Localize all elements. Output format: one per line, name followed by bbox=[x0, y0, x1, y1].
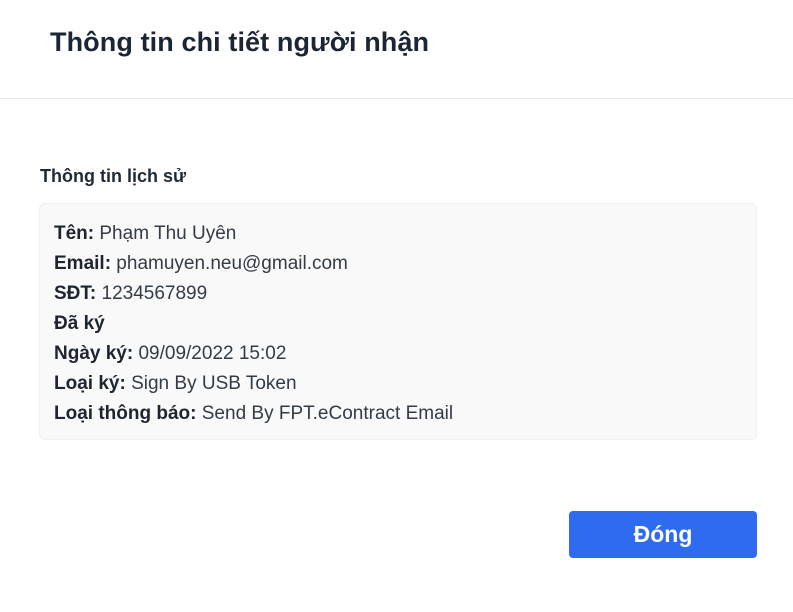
status-label: Đã ký bbox=[54, 313, 105, 334]
status-row: Đã ký bbox=[54, 309, 756, 339]
notify-type-label: Loại thông báo: bbox=[54, 403, 197, 424]
notify-type-row: Loại thông báo: Send By FPT.eContract Em… bbox=[54, 399, 756, 429]
name-label: Tên: bbox=[54, 223, 95, 244]
email-value: phamuyen.neu@gmail.com bbox=[111, 253, 348, 274]
modal-title: Thông tin chi tiết người nhận bbox=[50, 27, 430, 57]
phone-label: SĐT: bbox=[54, 283, 97, 304]
modal-header: Thông tin chi tiết người nhận bbox=[0, 0, 793, 99]
history-info-box: Tên: Phạm Thu Uyên Email: phamuyen.neu@g… bbox=[39, 203, 757, 440]
name-row: Tên: Phạm Thu Uyên bbox=[54, 219, 756, 249]
sign-type-value: Sign By USB Token bbox=[125, 373, 297, 394]
notify-type-value: Send By FPT.eContract Email bbox=[196, 403, 454, 424]
recipient-detail-modal: Thông tin chi tiết người nhận Thông tin … bbox=[0, 0, 793, 612]
sign-date-value: 09/09/2022 15:02 bbox=[133, 343, 287, 364]
sign-type-label: Loại ký: bbox=[54, 373, 126, 394]
email-label: Email: bbox=[54, 253, 112, 274]
history-section-title: Thông tin lịch sử bbox=[40, 166, 187, 186]
phone-row: SĐT: 1234567899 bbox=[54, 279, 756, 309]
name-value: Phạm Thu Uyên bbox=[94, 223, 237, 244]
phone-value: 1234567899 bbox=[96, 283, 208, 304]
sign-type-row: Loại ký: Sign By USB Token bbox=[54, 369, 756, 399]
sign-date-row: Ngày ký: 09/09/2022 15:02 bbox=[54, 339, 756, 369]
sign-date-label: Ngày ký: bbox=[54, 343, 134, 364]
close-button[interactable]: Đóng bbox=[569, 511, 757, 558]
email-row: Email: phamuyen.neu@gmail.com bbox=[54, 249, 756, 279]
